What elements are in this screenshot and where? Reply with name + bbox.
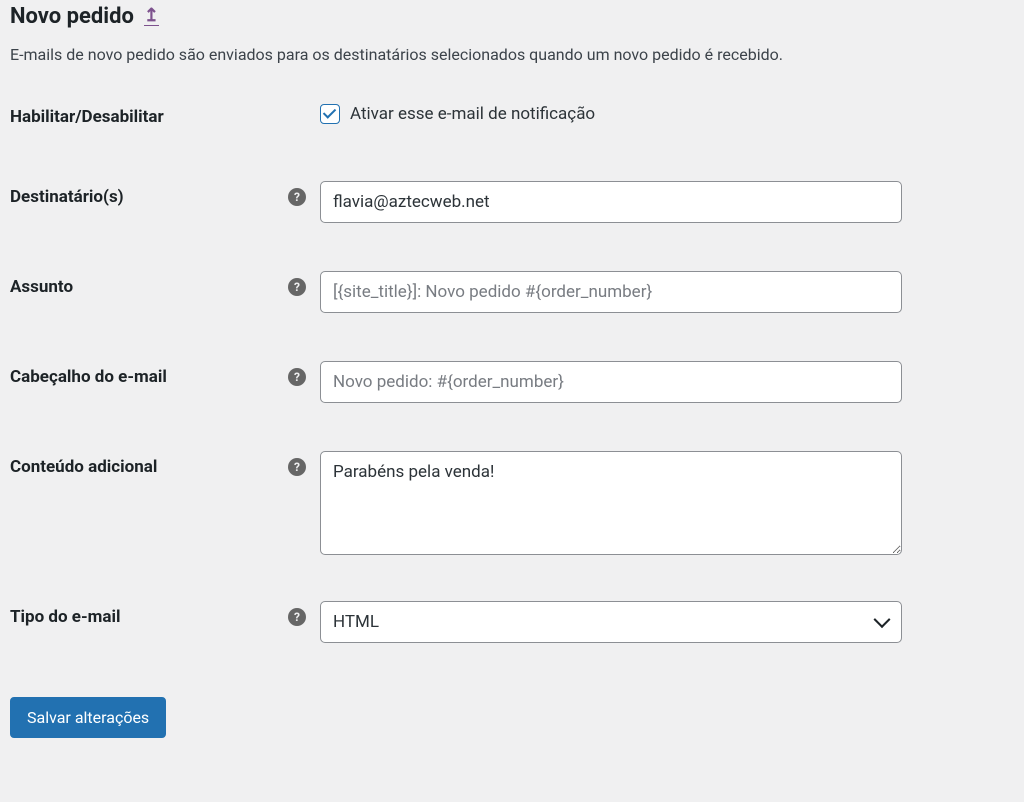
label-subject: Assunto ? bbox=[10, 271, 320, 297]
label-heading: Cabeçalho do e-mail ? bbox=[10, 361, 320, 387]
help-icon[interactable]: ? bbox=[288, 368, 306, 386]
additional-textarea[interactable]: Parabéns pela venda! bbox=[320, 451, 902, 555]
label-type-text: Tipo do e-mail bbox=[10, 607, 121, 627]
help-icon[interactable]: ? bbox=[288, 188, 306, 206]
field-type: HTML bbox=[320, 601, 902, 643]
field-additional: Parabéns pela venda! bbox=[320, 451, 902, 559]
page-title: Novo pedido ↥ bbox=[10, 0, 1014, 43]
label-heading-text: Cabeçalho do e-mail bbox=[10, 367, 167, 387]
row-enable: Habilitar/Desabilitar Ativar esse e-mail… bbox=[10, 101, 1014, 127]
help-icon[interactable]: ? bbox=[288, 278, 306, 296]
enable-checkbox[interactable] bbox=[320, 104, 340, 124]
page-title-text: Novo pedido bbox=[10, 4, 134, 29]
back-link-icon[interactable]: ↥ bbox=[144, 7, 159, 26]
enable-checkbox-label: Ativar esse e-mail de notificação bbox=[350, 104, 595, 124]
page-description: E-mails de novo pedido são enviados para… bbox=[10, 43, 1014, 67]
row-subject: Assunto ? bbox=[10, 271, 1014, 313]
label-enable: Habilitar/Desabilitar bbox=[10, 101, 320, 127]
field-heading bbox=[320, 361, 902, 403]
field-enable: Ativar esse e-mail de notificação bbox=[320, 104, 902, 124]
settings-form: Habilitar/Desabilitar Ativar esse e-mail… bbox=[10, 101, 1014, 643]
subject-input[interactable] bbox=[320, 271, 902, 313]
recipient-input[interactable] bbox=[320, 181, 902, 223]
type-select[interactable]: HTML bbox=[320, 601, 902, 643]
heading-input[interactable] bbox=[320, 361, 902, 403]
field-subject bbox=[320, 271, 902, 313]
label-additional-text: Conteúdo adicional bbox=[10, 457, 157, 477]
label-type: Tipo do e-mail ? bbox=[10, 601, 320, 627]
save-button[interactable]: Salvar alterações bbox=[10, 697, 166, 738]
help-icon[interactable]: ? bbox=[288, 608, 306, 626]
label-additional: Conteúdo adicional ? bbox=[10, 451, 320, 477]
label-subject-text: Assunto bbox=[10, 277, 73, 297]
help-icon[interactable]: ? bbox=[288, 458, 306, 476]
row-recipient: Destinatário(s) ? bbox=[10, 181, 1014, 223]
row-heading: Cabeçalho do e-mail ? bbox=[10, 361, 1014, 403]
label-recipient-text: Destinatário(s) bbox=[10, 187, 124, 207]
row-type: Tipo do e-mail ? HTML bbox=[10, 601, 1014, 643]
field-recipient bbox=[320, 181, 902, 223]
enable-checkbox-wrap[interactable]: Ativar esse e-mail de notificação bbox=[320, 104, 902, 124]
type-select-wrapper: HTML bbox=[320, 601, 902, 643]
row-additional: Conteúdo adicional ? Parabéns pela venda… bbox=[10, 451, 1014, 559]
label-recipient: Destinatário(s) ? bbox=[10, 181, 320, 207]
